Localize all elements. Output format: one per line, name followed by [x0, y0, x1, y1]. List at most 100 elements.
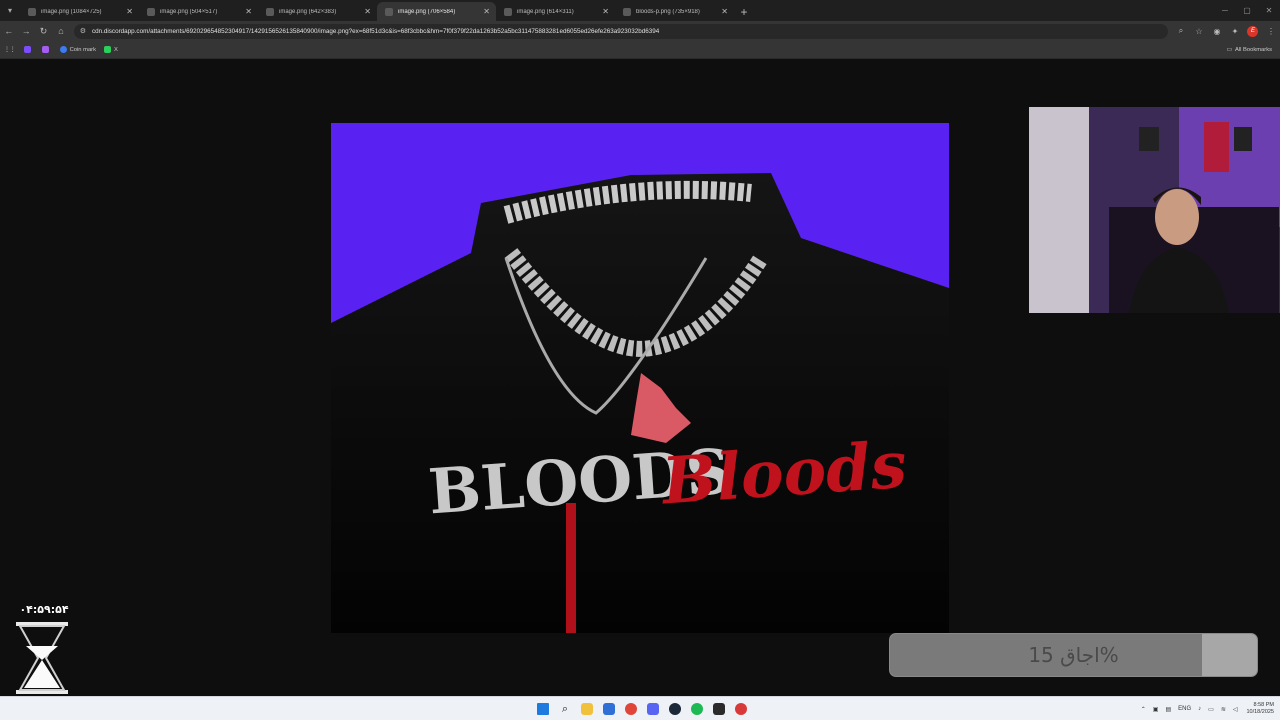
browser-tab-active[interactable]: image.png (706×584) ✕ [377, 2, 496, 21]
browser-tab[interactable]: image.png (504×517) ✕ [139, 2, 258, 21]
chain-logo-artwork: BLOODS Bloods [331, 123, 949, 633]
close-window-icon[interactable]: ✕ [1258, 6, 1280, 15]
loading-progress-label: اجاق 15% [1028, 643, 1119, 667]
tray-app-icon[interactable]: ▣ [1153, 706, 1159, 713]
tab-favicon-icon [147, 7, 155, 16]
tray-app-icon[interactable]: ▤ [1165, 706, 1171, 713]
tab-close-icon[interactable]: ✕ [126, 7, 133, 16]
discord-icon [647, 703, 659, 715]
folder-icon [581, 703, 593, 715]
start-button[interactable] [532, 700, 554, 718]
windows-taskbar: ⌕ ⌃ ▣ ▤ ENG ♪ ▭ ≋ ◁ 8:58 PM 10/18/2025 [0, 696, 1280, 720]
image-viewer: BLOODS Bloods ۰۴:۵۹:۵۴ اجاق 15% [0, 60, 1280, 696]
check-app-icon [603, 703, 615, 715]
bookmark-item[interactable] [23, 46, 34, 53]
terminal-button[interactable] [708, 700, 730, 718]
bookmark-item[interactable] [41, 46, 52, 53]
window-controls: ─ ▢ ✕ [1214, 0, 1280, 21]
display-icon[interactable]: ▭ [1208, 706, 1214, 713]
maximize-icon[interactable]: ▢ [1236, 6, 1258, 15]
tab-favicon-icon [266, 7, 274, 16]
file-explorer-button[interactable] [576, 700, 598, 718]
tray-overflow-icon[interactable]: ⌃ [1141, 706, 1146, 713]
clock-time: 8:58 PM [1253, 702, 1274, 708]
browser-tab[interactable]: image.png (614×311) ✕ [496, 2, 615, 21]
bookmark-item[interactable]: X [104, 46, 118, 53]
coin-icon [59, 46, 67, 53]
tab-close-icon[interactable]: ✕ [602, 7, 609, 16]
browser-tab-strip: ▾ image.png (1084×725) ✕ image.png (504×… [0, 0, 1280, 21]
tab-favicon-icon [504, 7, 512, 16]
obs-button[interactable] [730, 700, 752, 718]
terminal-icon [713, 703, 725, 715]
discord-button[interactable] [642, 700, 664, 718]
all-bookmarks-button[interactable]: ▭ All Bookmarks [1226, 47, 1272, 53]
tab-title: image.png (706×584) [398, 8, 456, 15]
recording-app-icon [735, 703, 747, 715]
toolbar-icons: ⌕ ☆ ◉ ✦ E ⋮ [1172, 25, 1280, 37]
tab-close-icon[interactable]: ✕ [721, 7, 728, 16]
profile-avatar[interactable]: E [1244, 25, 1262, 37]
search-button[interactable]: ⌕ [554, 700, 576, 718]
loading-progress-overlay: اجاق 15% [889, 633, 1258, 677]
home-icon[interactable]: ⌂ [52, 26, 69, 36]
windows-logo-icon [537, 703, 549, 715]
steam-icon [669, 703, 681, 715]
language-indicator[interactable]: ENG [1178, 706, 1191, 712]
wifi-icon[interactable]: ≋ [1221, 706, 1226, 713]
url-text: cdn.discordapp.com/attachments/692029654… [91, 27, 660, 35]
clock[interactable]: 8:58 PM 10/18/2025 [1246, 702, 1274, 716]
address-bar[interactable]: ⚙ cdn.discordapp.com/attachments/6920296… [73, 23, 1168, 39]
bookmark-item[interactable]: Coin mark [59, 46, 96, 53]
tab-close-icon[interactable]: ✕ [364, 7, 371, 16]
apps-grid-icon[interactable]: ⋮⋮ [4, 47, 16, 53]
spotify-icon [691, 703, 703, 715]
spotify-button[interactable] [686, 700, 708, 718]
system-tray: ⌃ ▣ ▤ ENG ♪ ▭ ≋ ◁ 8:58 PM 10/18/2025 [1134, 697, 1274, 720]
hourglass-icon [16, 622, 68, 694]
tab-favicon-icon [28, 7, 36, 16]
back-icon[interactable]: ← [0, 26, 17, 36]
discord-purple-icon [23, 46, 31, 53]
tab-title: image.png (1084×725) [41, 8, 102, 15]
minimize-icon[interactable]: ─ [1214, 6, 1236, 15]
bookmark-star-icon[interactable]: ☆ [1190, 27, 1208, 36]
zoom-icon[interactable]: ⌕ [1172, 26, 1190, 36]
displayed-image[interactable]: BLOODS Bloods [331, 123, 949, 633]
countdown-timer: ۰۴:۵۹:۵۴ [19, 603, 69, 616]
tab-title: image.png (504×517) [160, 8, 218, 15]
chrome-button[interactable] [620, 700, 642, 718]
volume-icon[interactable]: ◁ [1233, 706, 1238, 713]
reload-icon[interactable]: ↻ [35, 26, 52, 37]
site-info-icon[interactable]: ⚙ [80, 27, 86, 35]
forward-icon[interactable]: → [17, 26, 34, 36]
extension-icon[interactable]: ◉ [1208, 27, 1226, 36]
bookmarks-bar: ⋮⋮ Coin mark X ▭ All Bookmarks [0, 41, 1280, 59]
tab-title: image.png (614×311) [517, 8, 574, 15]
vpn-icon [41, 46, 49, 53]
new-tab-button[interactable]: + [734, 2, 754, 21]
search-icon: ⌕ [561, 702, 569, 715]
tab-close-icon[interactable]: ✕ [245, 7, 252, 16]
folder-icon: ▭ [1226, 46, 1232, 53]
extensions-puzzle-icon[interactable]: ✦ [1226, 27, 1244, 36]
clock-date: 10/18/2025 [1246, 709, 1274, 715]
browser-tab[interactable]: image.png (642×383) ✕ [258, 2, 377, 21]
microphone-icon[interactable]: ♪ [1198, 706, 1201, 712]
streamer-webcam-image [1029, 107, 1280, 313]
browser-tab[interactable]: image.png (1084×725) ✕ [20, 2, 139, 21]
kick-icon [104, 46, 112, 53]
screen: ▾ image.png (1084×725) ✕ image.png (504×… [0, 0, 1280, 720]
tab-favicon-icon [385, 7, 393, 16]
chrome-icon [625, 703, 637, 715]
taskbar-apps: ⌕ [532, 700, 752, 718]
menu-kebab-icon[interactable]: ⋮ [1262, 27, 1280, 36]
steam-button[interactable] [664, 700, 686, 718]
tab-title: bloods-p.png (735×918) [636, 8, 700, 15]
red-drip [566, 503, 576, 633]
app-button[interactable] [598, 700, 620, 718]
tab-title: image.png (642×383) [279, 8, 337, 15]
tab-search-icon[interactable]: ▾ [0, 0, 20, 21]
browser-tab[interactable]: bloods-p.png (735×918) ✕ [615, 2, 734, 21]
tab-close-icon[interactable]: ✕ [483, 7, 490, 16]
